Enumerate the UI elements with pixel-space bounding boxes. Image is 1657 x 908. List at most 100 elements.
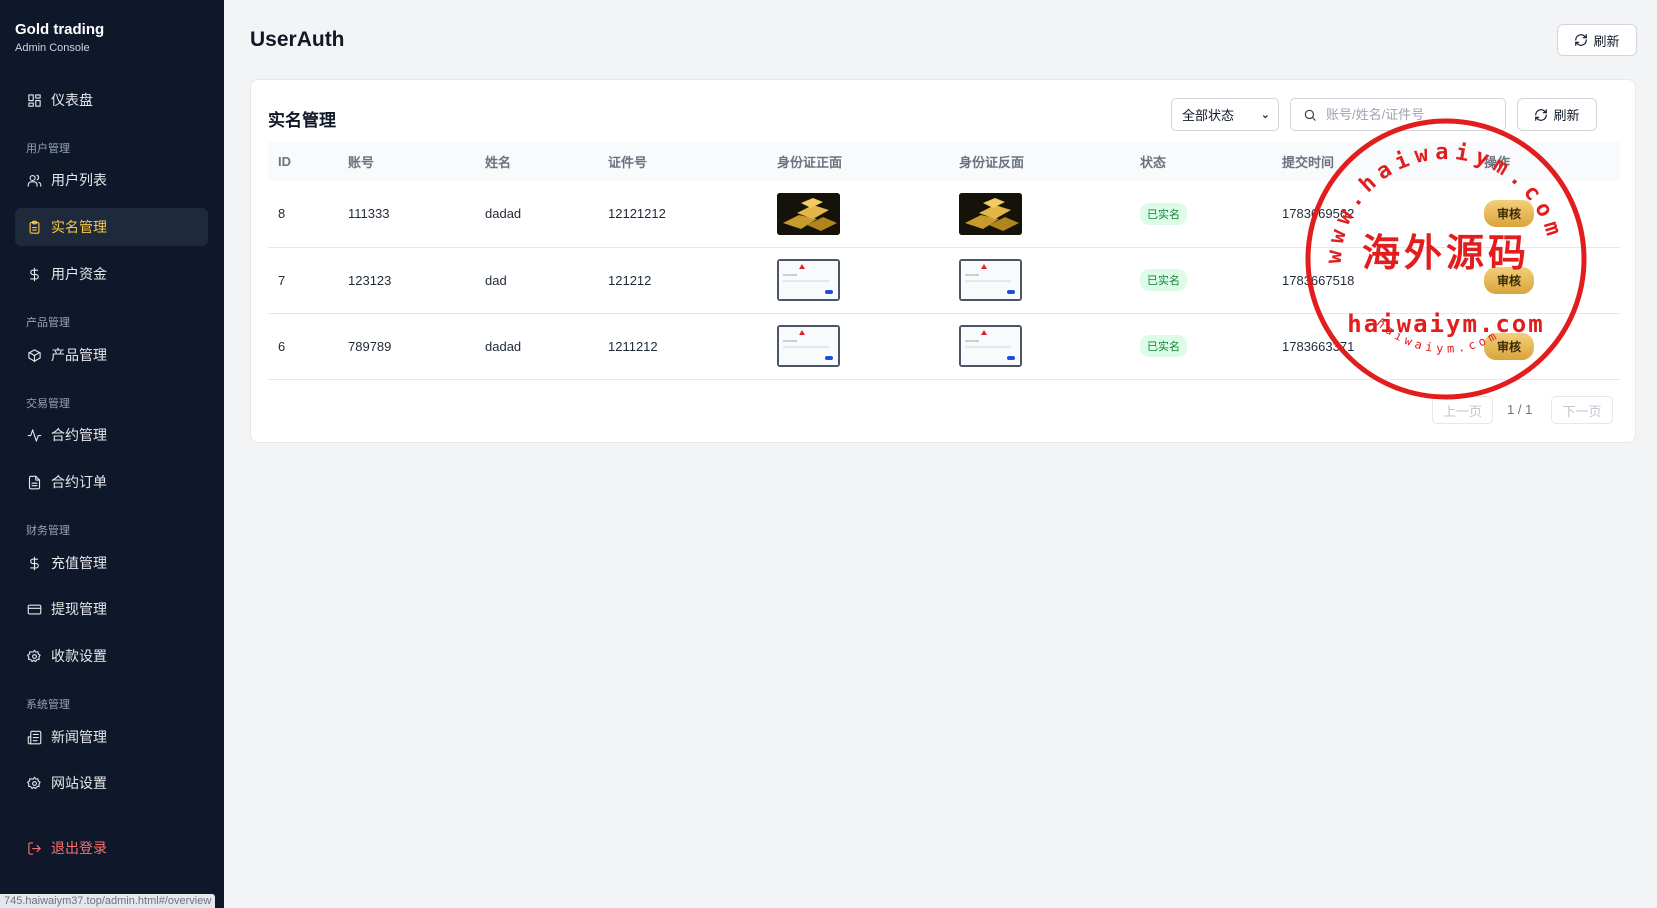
id-back-thumbnail[interactable] [959, 259, 1022, 301]
column-header: 证件号 [608, 155, 648, 170]
header-refresh-label: 刷新 [1593, 33, 1620, 49]
id-front-thumbnail[interactable] [777, 192, 840, 235]
header-refresh-button[interactable]: 刷新 [1557, 24, 1637, 56]
realname-table: ID 账号 姓名 证件号 身份证正面 身份证反面 状态 提交时间 操作 8 11… [268, 142, 1620, 380]
cell-action: 审核 [1474, 181, 1620, 248]
cell-submitted: 1783667518 [1272, 247, 1474, 314]
table-header-row: ID 账号 姓名 证件号 身份证正面 身份证反面 状态 提交时间 操作 [268, 142, 1620, 181]
section-label-system: 系统管理 [26, 699, 70, 711]
sidebar-item-site-settings[interactable]: 网站设置 [15, 764, 208, 802]
column-header: 操作 [1484, 155, 1511, 170]
sidebar-item-withdraw[interactable]: 提现管理 [15, 590, 208, 628]
sidebar-item-user-funds[interactable]: 用户资金 [15, 255, 208, 293]
activity-icon [26, 427, 42, 443]
review-button[interactable]: 审核 [1484, 332, 1535, 360]
section-label-finance: 财务管理 [26, 525, 70, 537]
search-field[interactable] [1290, 98, 1506, 131]
cell-id: 7 [268, 247, 338, 314]
sidebar-item-label: 充值管理 [51, 555, 107, 571]
sidebar-item-contracts[interactable]: 合约管理 [15, 416, 208, 454]
id-back-thumbnail[interactable] [959, 325, 1022, 367]
card-title: 实名管理 [268, 111, 336, 130]
cell-action: 审核 [1474, 313, 1620, 380]
cell-account: 123123 [338, 247, 475, 314]
next-page-button[interactable]: 下一页 [1551, 396, 1613, 424]
chevron-down-icon: ⌄ [1260, 109, 1270, 121]
column-header: 提交时间 [1282, 155, 1335, 170]
cell-submitted: 1783663371 [1272, 313, 1474, 380]
refresh-icon [1535, 108, 1548, 121]
page-title: UserAuth [250, 28, 345, 51]
cell-status: 已实名 [1130, 313, 1272, 380]
section-label-users: 用户管理 [26, 143, 70, 155]
table-row: 7 123123 dad 121212 已实名 1783667518 审核 [268, 247, 1620, 314]
sidebar-item-label: 仪表盘 [51, 92, 93, 108]
sidebar-item-label: 新闻管理 [51, 729, 107, 745]
sidebar-item-label: 合约订单 [51, 474, 107, 490]
sidebar-item-label: 网站设置 [51, 775, 107, 791]
sidebar-item-label: 收款设置 [51, 648, 107, 664]
sidebar-item-label: 实名管理 [51, 219, 107, 235]
sidebar-item-news[interactable]: 新闻管理 [15, 718, 208, 756]
refresh-icon [1575, 34, 1588, 46]
status-badge: 已实名 [1140, 202, 1187, 225]
sidebar-item-label: 用户列表 [51, 172, 107, 188]
sidebar-item-payment-settings[interactable]: 收款设置 [15, 637, 208, 675]
id-back-thumbnail[interactable] [959, 192, 1022, 235]
table-row: 8 111333 dadad 12121212 已实名 1783669562 审… [268, 181, 1620, 248]
page-info: 1 / 1 [1507, 402, 1533, 417]
cell-submitted: 1783669562 [1272, 181, 1474, 248]
next-page-label: 下一页 [1562, 403, 1602, 419]
status-badge: 已实名 [1140, 269, 1187, 291]
dollar-icon [26, 266, 42, 282]
cell-name: dadad [475, 181, 598, 248]
cell-id-number: 1211212 [598, 313, 767, 380]
logout-icon [26, 840, 42, 856]
section-label-trading: 交易管理 [26, 398, 70, 410]
sidebar-item-recharge[interactable]: 充值管理 [15, 544, 208, 582]
prev-page-button[interactable]: 上一页 [1432, 396, 1493, 424]
sidebar-item-products[interactable]: 产品管理 [15, 336, 208, 374]
sidebar-item-realname[interactable]: 实名管理 [15, 208, 208, 246]
id-front-thumbnail[interactable] [777, 259, 840, 301]
card-refresh-label: 刷新 [1553, 108, 1580, 123]
section-label-products: 产品管理 [26, 317, 70, 329]
cell-status: 已实名 [1130, 181, 1272, 248]
sidebar-item-label: 用户资金 [51, 266, 107, 282]
column-header: ID [278, 154, 291, 169]
settings-icon [26, 648, 42, 664]
cell-id-number: 121212 [598, 247, 767, 314]
cell-back [949, 181, 1130, 248]
dashboard-icon [26, 92, 42, 108]
file-icon [26, 474, 42, 490]
cell-back [949, 313, 1130, 380]
cell-account: 111333 [338, 181, 475, 248]
column-header: 账号 [348, 155, 375, 170]
column-header: 身份证正面 [777, 155, 843, 170]
logout-label: 退出登录 [51, 840, 107, 856]
id-front-thumbnail[interactable] [777, 325, 840, 367]
sidebar-item-contract-orders[interactable]: 合约订单 [15, 463, 208, 501]
logout-button[interactable]: 退出登录 [15, 829, 208, 867]
status-badge: 已实名 [1140, 335, 1187, 357]
cell-status: 已实名 [1130, 247, 1272, 314]
cell-account: 789789 [338, 313, 475, 380]
cell-back [949, 247, 1130, 314]
sidebar-item-user-list[interactable]: 用户列表 [15, 161, 208, 199]
sidebar: Gold trading Admin Console 仪表盘 用户管理 用户列表… [0, 0, 224, 908]
cell-id: 6 [268, 313, 338, 380]
cell-id: 8 [268, 181, 338, 248]
prev-page-label: 上一页 [1442, 403, 1482, 419]
search-input[interactable] [1326, 107, 1496, 122]
card-refresh-button[interactable]: 刷新 [1517, 98, 1597, 131]
status-bar-url: 745.haiwaiym37.top/admin.html#/overview [0, 894, 216, 908]
card-icon [26, 601, 42, 617]
review-button[interactable]: 审核 [1484, 266, 1535, 294]
review-button[interactable]: 审核 [1484, 200, 1535, 228]
status-filter-select[interactable]: 全部状态 ⌄ [1171, 98, 1279, 131]
sidebar-item-dashboard[interactable]: 仪表盘 [15, 81, 208, 119]
realname-card: 实名管理 全部状态 ⌄ 刷新 ID 账号 姓名 证件号 [250, 79, 1636, 443]
column-header: 姓名 [485, 155, 512, 170]
sidebar-item-label: 提现管理 [51, 601, 107, 617]
sidebar-item-label: 产品管理 [51, 347, 107, 363]
